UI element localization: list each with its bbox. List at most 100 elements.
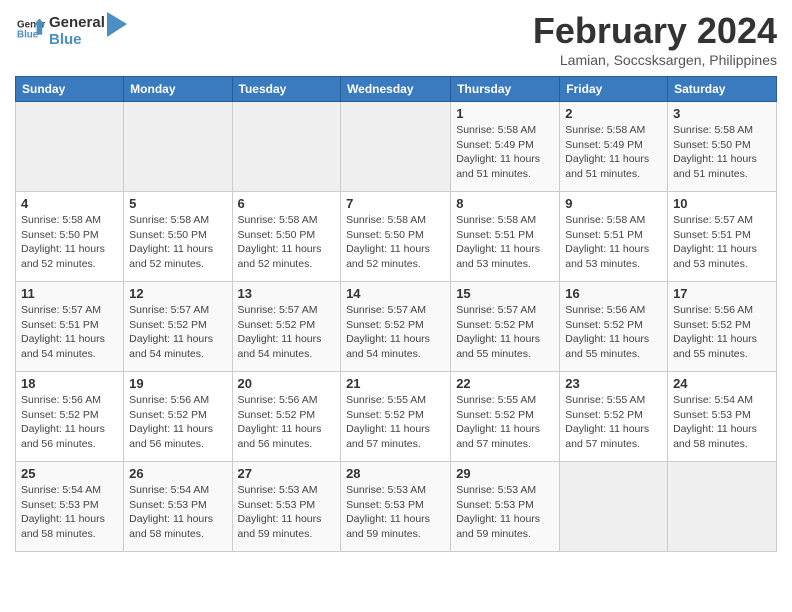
day-number: 17 [673, 286, 771, 301]
calendar-cell [124, 102, 232, 192]
calendar-cell: 21 Sunrise: 5:55 AM Sunset: 5:52 PM Dayli… [341, 372, 451, 462]
calendar-cell: 11 Sunrise: 5:57 AM Sunset: 5:51 PM Dayli… [16, 282, 124, 372]
day-number: 25 [21, 466, 118, 481]
calendar-cell: 12Sunrise: 5:57 AM Sunset: 5:52 PM Dayli… [124, 282, 232, 372]
calendar-cell: 13 Sunrise: 5:57 AM Sunset: 5:52 PM Dayli… [232, 282, 341, 372]
calendar-cell [232, 102, 341, 192]
day-info: Sunrise: 5:53 AM Sunset: 5:53 PM Dayligh… [456, 483, 554, 542]
day-info: Sunrise: 5:54 AM Sunset: 5:53 PM Dayligh… [673, 393, 771, 452]
calendar-cell: 10Sunrise: 5:57 AM Sunset: 5:51 PM Dayli… [668, 192, 777, 282]
day-info: Sunrise: 5:58 AM Sunset: 5:50 PM Dayligh… [21, 213, 118, 272]
day-number: 3 [673, 106, 771, 121]
calendar-cell: 8 Sunrise: 5:58 AM Sunset: 5:51 PM Daylig… [451, 192, 560, 282]
logo: General Blue General Blue [15, 15, 127, 48]
day-info: Sunrise: 5:56 AM Sunset: 5:52 PM Dayligh… [238, 393, 336, 452]
day-info: Sunrise: 5:58 AM Sunset: 5:50 PM Dayligh… [238, 213, 336, 272]
weekday-header-saturday: Saturday [668, 77, 777, 102]
calendar-cell: 7 Sunrise: 5:58 AM Sunset: 5:50 PM Daylig… [341, 192, 451, 282]
day-number: 8 [456, 196, 554, 211]
calendar-cell: 27 Sunrise: 5:53 AM Sunset: 5:53 PM Dayli… [232, 462, 341, 552]
logo-icon: General Blue [17, 15, 45, 43]
day-info: Sunrise: 5:58 AM Sunset: 5:50 PM Dayligh… [346, 213, 445, 272]
day-info: Sunrise: 5:58 AM Sunset: 5:49 PM Dayligh… [456, 123, 554, 182]
day-number: 6 [238, 196, 336, 211]
day-info: Sunrise: 5:56 AM Sunset: 5:52 PM Dayligh… [565, 303, 662, 362]
calendar-cell: 1Sunrise: 5:58 AM Sunset: 5:49 PM Daylig… [451, 102, 560, 192]
day-info: Sunrise: 5:53 AM Sunset: 5:53 PM Dayligh… [238, 483, 336, 542]
day-number: 5 [129, 196, 226, 211]
calendar-cell [560, 462, 668, 552]
calendar-table: SundayMondayTuesdayWednesdayThursdayFrid… [15, 76, 777, 552]
day-info: Sunrise: 5:57 AM Sunset: 5:51 PM Dayligh… [21, 303, 118, 362]
calendar-week-row: 4 Sunrise: 5:58 AM Sunset: 5:50 PM Daylig… [16, 192, 777, 282]
day-number: 20 [238, 376, 336, 391]
calendar-cell: 15 Sunrise: 5:57 AM Sunset: 5:52 PM Dayli… [451, 282, 560, 372]
day-info: Sunrise: 5:58 AM Sunset: 5:50 PM Dayligh… [673, 123, 771, 182]
day-info: Sunrise: 5:53 AM Sunset: 5:53 PM Dayligh… [346, 483, 445, 542]
calendar-cell: 23 Sunrise: 5:55 AM Sunset: 5:52 PM Dayli… [560, 372, 668, 462]
day-number: 27 [238, 466, 336, 481]
calendar-week-row: 25 Sunrise: 5:54 AM Sunset: 5:53 PM Dayli… [16, 462, 777, 552]
day-number: 11 [21, 286, 118, 301]
day-number: 19 [129, 376, 226, 391]
day-info: Sunrise: 5:58 AM Sunset: 5:51 PM Dayligh… [565, 213, 662, 272]
calendar-cell [668, 462, 777, 552]
day-info: Sunrise: 5:57 AM Sunset: 5:52 PM Dayligh… [456, 303, 554, 362]
day-info: Sunrise: 5:56 AM Sunset: 5:52 PM Dayligh… [129, 393, 226, 452]
day-number: 28 [346, 466, 445, 481]
day-number: 26 [129, 466, 226, 481]
page-header: General Blue General Blue February 2024 … [15, 10, 777, 68]
weekday-header-friday: Friday [560, 77, 668, 102]
calendar-subtitle: Lamian, Soccsksargen, Philippines [533, 52, 777, 68]
title-area: February 2024 Lamian, Soccsksargen, Phil… [533, 10, 777, 68]
calendar-cell: 5 Sunrise: 5:58 AM Sunset: 5:50 PM Daylig… [124, 192, 232, 282]
calendar-cell: 4 Sunrise: 5:58 AM Sunset: 5:50 PM Daylig… [16, 192, 124, 282]
calendar-cell: 28 Sunrise: 5:53 AM Sunset: 5:53 PM Dayli… [341, 462, 451, 552]
day-info: Sunrise: 5:54 AM Sunset: 5:53 PM Dayligh… [21, 483, 118, 542]
calendar-cell: 26Sunrise: 5:54 AM Sunset: 5:53 PM Dayli… [124, 462, 232, 552]
day-info: Sunrise: 5:55 AM Sunset: 5:52 PM Dayligh… [565, 393, 662, 452]
day-number: 16 [565, 286, 662, 301]
day-number: 15 [456, 286, 554, 301]
day-number: 18 [21, 376, 118, 391]
calendar-cell: 29 Sunrise: 5:53 AM Sunset: 5:53 PM Dayli… [451, 462, 560, 552]
day-number: 2 [565, 106, 662, 121]
calendar-week-row: 1Sunrise: 5:58 AM Sunset: 5:49 PM Daylig… [16, 102, 777, 192]
svg-text:Blue: Blue [17, 29, 39, 40]
calendar-cell: 19 Sunrise: 5:56 AM Sunset: 5:52 PM Dayli… [124, 372, 232, 462]
weekday-header-sunday: Sunday [16, 77, 124, 102]
calendar-cell: 17Sunrise: 5:56 AM Sunset: 5:52 PM Dayli… [668, 282, 777, 372]
day-info: Sunrise: 5:57 AM Sunset: 5:52 PM Dayligh… [238, 303, 336, 362]
day-number: 22 [456, 376, 554, 391]
calendar-cell: 3 Sunrise: 5:58 AM Sunset: 5:50 PM Daylig… [668, 102, 777, 192]
calendar-cell: 9 Sunrise: 5:58 AM Sunset: 5:51 PM Daylig… [560, 192, 668, 282]
calendar-cell: 24Sunrise: 5:54 AM Sunset: 5:53 PM Dayli… [668, 372, 777, 462]
day-number: 29 [456, 466, 554, 481]
day-info: Sunrise: 5:58 AM Sunset: 5:51 PM Dayligh… [456, 213, 554, 272]
day-number: 21 [346, 376, 445, 391]
calendar-cell: 20 Sunrise: 5:56 AM Sunset: 5:52 PM Dayli… [232, 372, 341, 462]
weekday-header-row: SundayMondayTuesdayWednesdayThursdayFrid… [16, 77, 777, 102]
calendar-week-row: 11 Sunrise: 5:57 AM Sunset: 5:51 PM Dayli… [16, 282, 777, 372]
day-number: 4 [21, 196, 118, 211]
weekday-header-thursday: Thursday [451, 77, 560, 102]
calendar-cell: 25 Sunrise: 5:54 AM Sunset: 5:53 PM Dayli… [16, 462, 124, 552]
calendar-cell: 14 Sunrise: 5:57 AM Sunset: 5:52 PM Dayli… [341, 282, 451, 372]
day-info: Sunrise: 5:57 AM Sunset: 5:51 PM Dayligh… [673, 213, 771, 272]
day-info: Sunrise: 5:56 AM Sunset: 5:52 PM Dayligh… [21, 393, 118, 452]
day-number: 13 [238, 286, 336, 301]
day-info: Sunrise: 5:57 AM Sunset: 5:52 PM Dayligh… [129, 303, 226, 362]
day-info: Sunrise: 5:58 AM Sunset: 5:50 PM Dayligh… [129, 213, 226, 272]
calendar-cell [341, 102, 451, 192]
day-number: 14 [346, 286, 445, 301]
day-number: 23 [565, 376, 662, 391]
day-info: Sunrise: 5:55 AM Sunset: 5:52 PM Dayligh… [346, 393, 445, 452]
calendar-cell: 18 Sunrise: 5:56 AM Sunset: 5:52 PM Dayli… [16, 372, 124, 462]
weekday-header-monday: Monday [124, 77, 232, 102]
weekday-header-tuesday: Tuesday [232, 77, 341, 102]
calendar-week-row: 18 Sunrise: 5:56 AM Sunset: 5:52 PM Dayli… [16, 372, 777, 462]
day-info: Sunrise: 5:57 AM Sunset: 5:52 PM Dayligh… [346, 303, 445, 362]
calendar-cell: 16 Sunrise: 5:56 AM Sunset: 5:52 PM Dayli… [560, 282, 668, 372]
day-number: 7 [346, 196, 445, 211]
day-number: 9 [565, 196, 662, 211]
